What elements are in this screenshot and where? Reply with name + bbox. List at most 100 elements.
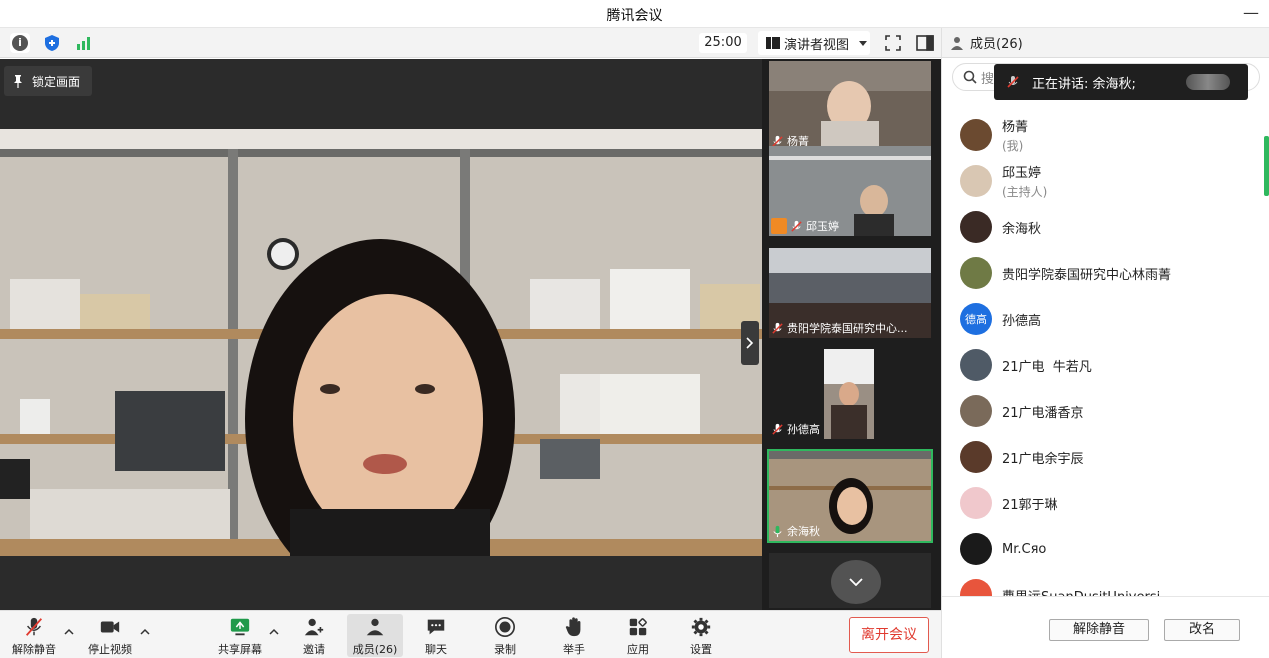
mic-muted-icon [25,617,43,636]
thumbnail-tile[interactable]: 贵阳学院泰国研究中心... [769,248,931,338]
shield-icon[interactable] [42,33,62,53]
info-glyph: i [12,35,28,51]
member-name: 21广电 牛若凡 [1002,359,1092,375]
network-signal-icon[interactable] [74,33,94,53]
stop-video-button[interactable]: 停止视频 [82,614,138,657]
thumbnail-caption: 余海秋 [771,523,820,539]
thumbnail-tile-active[interactable]: 余海秋 [767,449,933,543]
leave-meeting-button[interactable]: 离开会议 [849,617,929,653]
unmute-all-button[interactable]: 解除静音 [1049,619,1149,641]
unmute-button[interactable]: 解除静音 [6,614,62,657]
share-screen-icon [230,618,250,636]
info-icon[interactable]: i [10,33,30,53]
member-item[interactable]: Mr.Cяo [942,526,1262,572]
thumbnail-tile[interactable]: 孙德高 [769,349,931,439]
chevron-down-icon [859,40,868,46]
avatar [960,487,992,519]
members-icon [366,618,384,636]
view-mode-label: 演讲者视图 [784,37,850,53]
avatar [960,533,992,565]
avatar [960,395,992,427]
thumbnail-name: 孙德高 [787,423,820,436]
member-item[interactable]: 杨菁 (我) [942,112,1262,158]
apps-icon [629,618,647,636]
member-list-scrollbar[interactable] [1264,136,1269,196]
record-label: 录制 [494,643,516,656]
member-role: (我) [1002,139,1024,153]
share-screen-button[interactable]: 共享屏幕 [212,614,268,657]
window-titlebar: 腾讯会议 — [0,0,1269,28]
thumbnail-name: 邱玉婷 [806,220,839,233]
minimize-button[interactable]: — [1243,3,1259,22]
chevron-up-icon[interactable] [269,627,279,637]
sidebar-toggle-icon[interactable] [915,33,935,53]
member-item[interactable]: 21广电余宇辰 [942,434,1262,480]
chevron-up-icon[interactable] [64,627,74,637]
mic-muted-icon [1007,76,1019,88]
participant-thumbnails: 杨菁 邱玉婷 贵阳学院泰国研究中心... 孙德高 余海秋 [762,59,941,610]
invite-user-icon [304,618,324,636]
member-item[interactable]: 21郭于琳 [942,480,1262,526]
chevron-up-icon[interactable] [140,627,150,637]
thumbnail-tile[interactable]: 邱玉婷 [769,146,931,236]
members-header: 成员(26) [942,28,1269,58]
member-name: 21广电余宇辰 [1002,451,1084,467]
members-panel: 成员(26) 搜 正在讲话: 余海秋; 杨菁 (我) 邱玉婷 (主持人) 余海秋 贵… [941,28,1269,658]
chevron-down-icon [849,578,863,586]
raise-hand-button[interactable]: 举手 [546,614,602,657]
member-item[interactable]: 德高 孙德高 [942,296,1262,342]
lock-screen-button[interactable]: 锁定画面 [4,66,92,96]
member-item[interactable]: 曹思远SuanDusitUniversi [942,572,1262,596]
meeting-controls: 解除静音 停止视频 共享屏幕 邀请 成员(26) 聊天 录制 举手 应用 设置 … [0,610,941,658]
member-item[interactable]: 21广电 牛若凡 [942,342,1262,388]
member-name: 邱玉婷 [1002,166,1042,181]
member-item[interactable]: 贵阳学院泰国研究中心林雨菁 [942,250,1262,296]
apps-button[interactable]: 应用 [610,614,666,657]
member-name: 贵阳学院泰国研究中心林雨菁 [1002,267,1172,283]
thumbnail-caption: 贵阳学院泰国研究中心... [771,320,908,336]
avatar [960,579,992,596]
speaker-view-icon [766,37,780,49]
speaking-text: 正在讲话: 余海秋; [1032,76,1136,92]
record-icon [495,617,515,637]
record-button[interactable]: 录制 [477,614,533,657]
members-footer: 解除静音 改名 [942,596,1269,658]
settings-label: 设置 [690,643,712,656]
member-name: 孙德高 [1002,313,1042,329]
rename-button[interactable]: 改名 [1164,619,1240,641]
member-item[interactable]: 余海秋 [942,204,1262,250]
thumbnail-tile[interactable] [769,553,931,608]
collapse-thumbnails-button[interactable] [741,321,759,365]
member-role: (主持人) [1002,185,1048,199]
pin-icon [14,75,22,88]
mic-active-icon [773,525,782,537]
thumbnail-caption: 孙德高 [771,421,820,437]
share-screen-label: 共享屏幕 [218,643,262,656]
avatar [960,119,992,151]
thumbnail-name: 贵阳学院泰国研究中心... [787,322,908,335]
invite-button[interactable]: 邀请 [286,614,342,657]
member-item[interactable]: 21广电潘香京 [942,388,1262,434]
thumbnail-name: 余海秋 [787,525,820,538]
member-item[interactable]: 邱玉婷 (主持人) [942,158,1262,204]
avatar [960,349,992,381]
chat-button[interactable]: 聊天 [408,614,464,657]
view-mode-dropdown[interactable]: 演讲者视图 [758,31,870,55]
video-camera-icon [100,621,120,633]
member-list: 杨菁 (我) 邱玉婷 (主持人) 余海秋 贵阳学院泰国研究中心林雨菁 德高 孙德高 … [942,112,1262,596]
fullscreen-icon[interactable] [884,34,902,52]
member-name: 余海秋 [1002,221,1042,237]
unmute-label: 解除静音 [12,643,56,656]
members-button[interactable]: 成员(26) [347,614,403,657]
speaker-video [0,129,762,599]
host-badge-icon [771,218,787,234]
thumbnail-tile[interactable]: 杨菁 [769,61,931,151]
settings-button[interactable]: 设置 [673,614,729,657]
scroll-down-button[interactable] [831,560,881,604]
member-name: Mr.Cяo [1002,541,1047,557]
avatar [960,165,992,197]
chevron-right-icon [746,337,754,349]
invite-label: 邀请 [303,643,325,656]
avatar [960,441,992,473]
stop-video-label: 停止视频 [88,643,132,656]
